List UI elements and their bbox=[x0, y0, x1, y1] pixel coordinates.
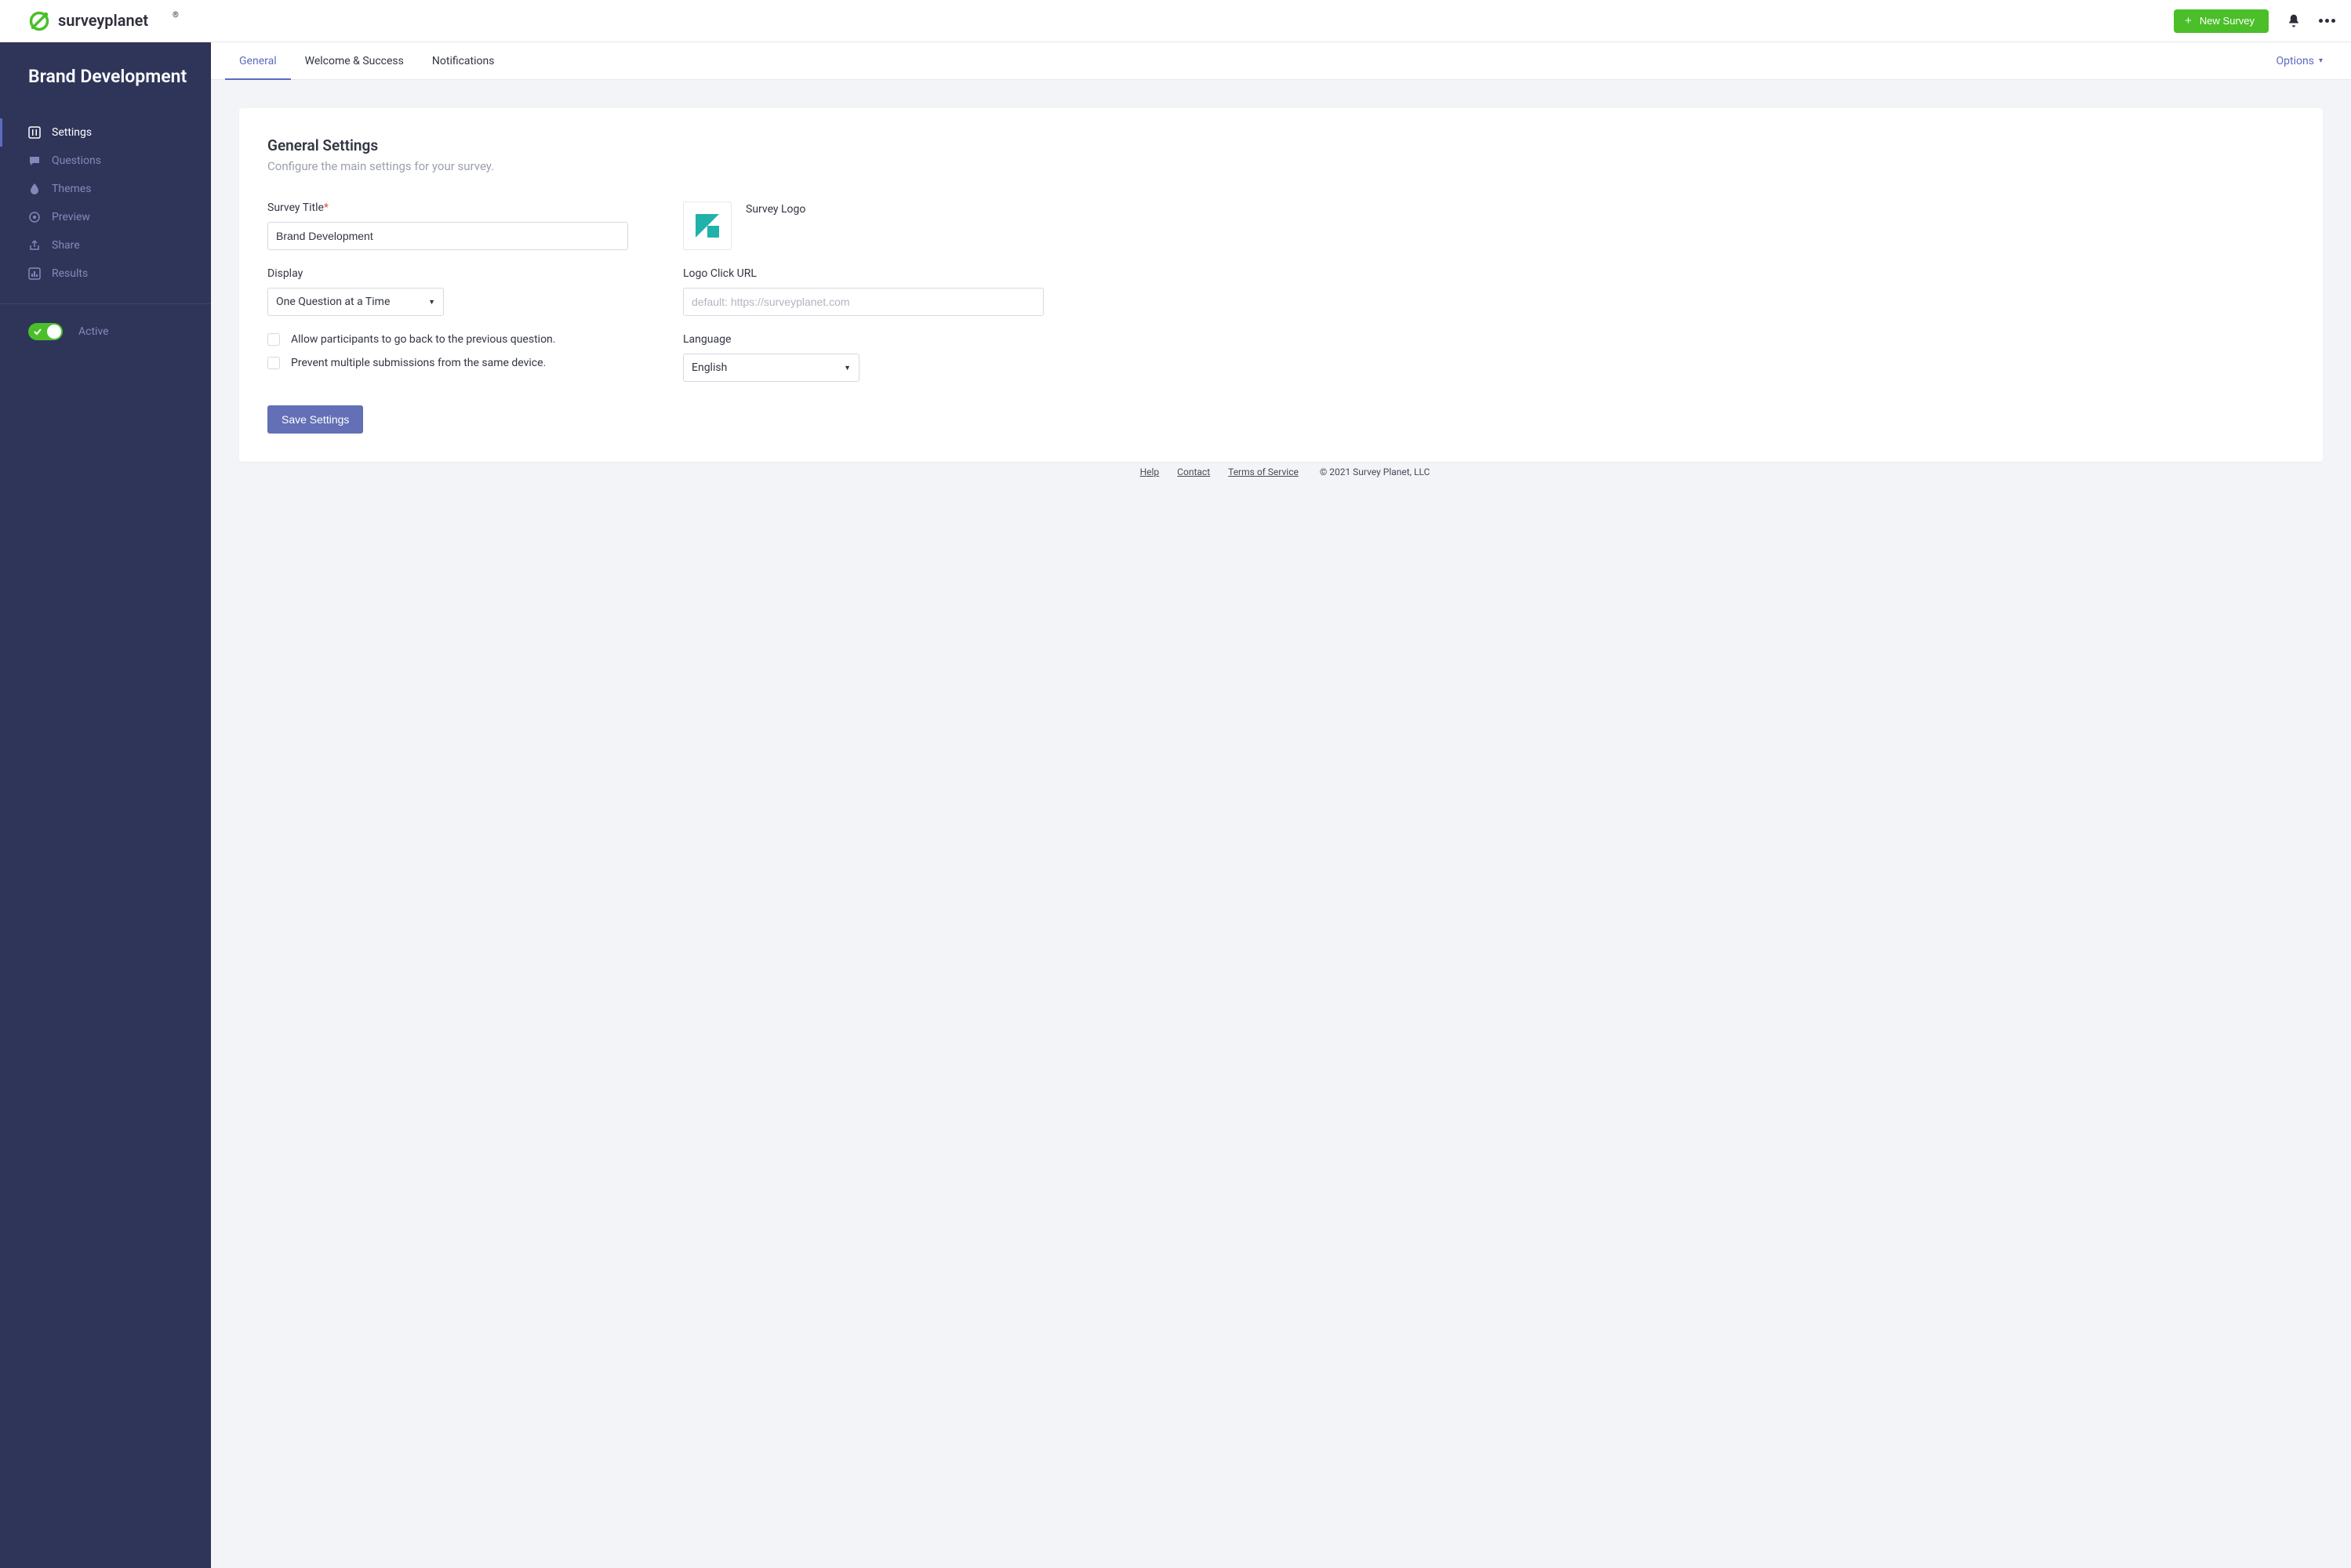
footer-tos-link[interactable]: Terms of Service bbox=[1228, 466, 1299, 477]
options-dropdown[interactable]: Options ▾ bbox=[2277, 42, 2323, 79]
checkbox-box-icon bbox=[267, 357, 280, 369]
sidebar: Brand Development Settings Questions The… bbox=[0, 42, 211, 1568]
main-content: General Welcome & Success Notifications … bbox=[211, 42, 2351, 1568]
checkbox-box-icon bbox=[267, 333, 280, 346]
toggle-knob bbox=[47, 325, 61, 339]
sidebar-item-preview[interactable]: Preview bbox=[0, 203, 211, 231]
prevent-multi-label: Prevent multiple submissions from the sa… bbox=[291, 357, 546, 369]
sidebar-item-results[interactable]: Results bbox=[0, 260, 211, 288]
app-header: surveyplanet ® + New Survey bbox=[0, 0, 2351, 42]
questions-chat-icon bbox=[28, 154, 41, 167]
preview-eye-icon bbox=[28, 211, 41, 223]
survey-logo-icon bbox=[694, 212, 721, 239]
sidebar-item-themes[interactable]: Themes bbox=[0, 175, 211, 203]
share-icon bbox=[28, 239, 41, 252]
survey-logo-label: Survey Logo bbox=[746, 201, 805, 216]
logo-wordmark-icon: surveyplanet bbox=[58, 13, 168, 30]
notification-bell-icon[interactable] bbox=[2286, 13, 2302, 29]
survey-logo-upload[interactable] bbox=[683, 201, 732, 250]
display-select-value: One Question at a Time bbox=[276, 296, 390, 308]
allow-back-checkbox[interactable]: Allow participants to go back to the pre… bbox=[267, 333, 628, 346]
sidebar-item-label: Preview bbox=[52, 211, 90, 223]
tab-label: Welcome & Success bbox=[305, 55, 404, 67]
settings-panel: General Settings Configure the main sett… bbox=[239, 108, 2323, 462]
tab-notifications[interactable]: Notifications bbox=[418, 42, 509, 79]
panel-title: General Settings bbox=[267, 136, 2295, 154]
prevent-multi-checkbox[interactable]: Prevent multiple submissions from the sa… bbox=[267, 357, 628, 369]
tab-label: General bbox=[239, 55, 277, 67]
display-select[interactable]: One Question at a Time ▼ bbox=[267, 288, 444, 316]
tab-label: Notifications bbox=[432, 55, 495, 67]
language-select[interactable]: English ▼ bbox=[683, 354, 859, 382]
footer-contact-link[interactable]: Contact bbox=[1177, 466, 1210, 477]
panel-subtitle: Configure the main settings for your sur… bbox=[267, 159, 2295, 173]
sidebar-item-share[interactable]: Share bbox=[0, 231, 211, 260]
active-toggle[interactable] bbox=[28, 323, 63, 340]
logo-mark-icon bbox=[28, 10, 50, 32]
footer-copyright: © 2021 Survey Planet, LLC bbox=[1320, 466, 1430, 477]
survey-title-input[interactable] bbox=[267, 222, 628, 250]
checkmark-icon bbox=[33, 327, 42, 336]
display-label: Display bbox=[267, 267, 628, 280]
footer-help-link[interactable]: Help bbox=[1140, 466, 1160, 477]
plus-icon: + bbox=[2185, 15, 2192, 27]
new-survey-button[interactable]: + New Survey bbox=[2174, 9, 2269, 33]
themes-drop-icon bbox=[28, 183, 41, 195]
results-chart-icon bbox=[28, 267, 41, 280]
trademark-icon: ® bbox=[173, 11, 179, 20]
footer: Help Contact Terms of Service © 2021 Sur… bbox=[239, 462, 2323, 490]
survey-title-label: Survey Title* bbox=[267, 201, 628, 214]
logo-url-input[interactable] bbox=[683, 288, 1044, 316]
options-label: Options bbox=[2277, 55, 2314, 67]
tab-general[interactable]: General bbox=[225, 42, 291, 79]
sidebar-item-label: Questions bbox=[52, 154, 101, 167]
sidebar-item-label: Results bbox=[52, 267, 88, 280]
tabbar: General Welcome & Success Notifications … bbox=[211, 42, 2351, 80]
more-menu-button[interactable] bbox=[2319, 19, 2335, 23]
save-settings-button[interactable]: Save Settings bbox=[267, 405, 363, 434]
language-label: Language bbox=[683, 333, 1044, 346]
active-toggle-label: Active bbox=[78, 325, 109, 338]
svg-text:surveyplanet: surveyplanet bbox=[58, 13, 148, 30]
logo-url-label: Logo Click URL bbox=[683, 267, 1044, 280]
tab-welcome-success[interactable]: Welcome & Success bbox=[291, 42, 418, 79]
sidebar-item-label: Share bbox=[52, 239, 80, 252]
caret-down-icon: ▼ bbox=[428, 298, 435, 307]
chevron-down-icon: ▾ bbox=[2319, 56, 2323, 65]
settings-sliders-icon bbox=[28, 126, 41, 139]
sidebar-survey-title: Brand Development bbox=[0, 42, 211, 111]
sidebar-item-label: Settings bbox=[52, 126, 92, 139]
logo[interactable]: surveyplanet ® bbox=[28, 10, 182, 32]
allow-back-label: Allow participants to go back to the pre… bbox=[291, 333, 555, 346]
caret-down-icon: ▼ bbox=[844, 364, 851, 372]
sidebar-item-label: Themes bbox=[52, 183, 91, 195]
language-select-value: English bbox=[692, 361, 727, 374]
new-survey-label: New Survey bbox=[2200, 15, 2255, 27]
sidebar-item-questions[interactable]: Questions bbox=[0, 147, 211, 175]
sidebar-item-settings[interactable]: Settings bbox=[0, 118, 211, 147]
